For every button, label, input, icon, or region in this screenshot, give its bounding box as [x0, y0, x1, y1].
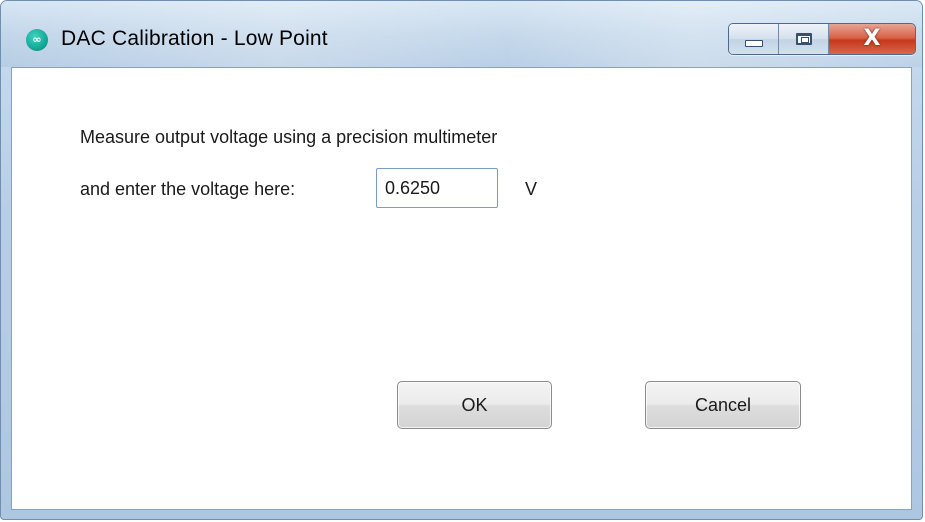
maximize-icon — [795, 33, 812, 45]
maxim-logo-icon[interactable]: ∞ — [26, 29, 48, 51]
close-button[interactable]: X — [829, 24, 915, 54]
dialog-window: ∞ DAC Calibration - Low Point X Measure … — [0, 0, 923, 520]
voltage-unit-label: V — [525, 179, 538, 199]
window-title: DAC Calibration - Low Point — [61, 27, 328, 50]
instruction-text-line2: and enter the voltage here: — [80, 179, 296, 199]
ok-button[interactable]: OK — [397, 381, 552, 429]
minimize-button[interactable] — [729, 24, 779, 54]
minimize-icon — [744, 39, 763, 47]
caption-buttons: X — [728, 23, 916, 55]
window-bottom-border — [1, 510, 922, 519]
maximize-button[interactable] — [779, 24, 829, 54]
close-icon: X — [863, 26, 881, 51]
dialog-content: Measure output voltage using a precision… — [11, 67, 912, 510]
title-bar[interactable]: ∞ DAC Calibration - Low Point X — [1, 1, 922, 67]
instruction-text-line1: Measure output voltage using a precision… — [80, 127, 498, 147]
cancel-button[interactable]: Cancel — [645, 381, 801, 429]
voltage-input[interactable] — [376, 168, 498, 208]
